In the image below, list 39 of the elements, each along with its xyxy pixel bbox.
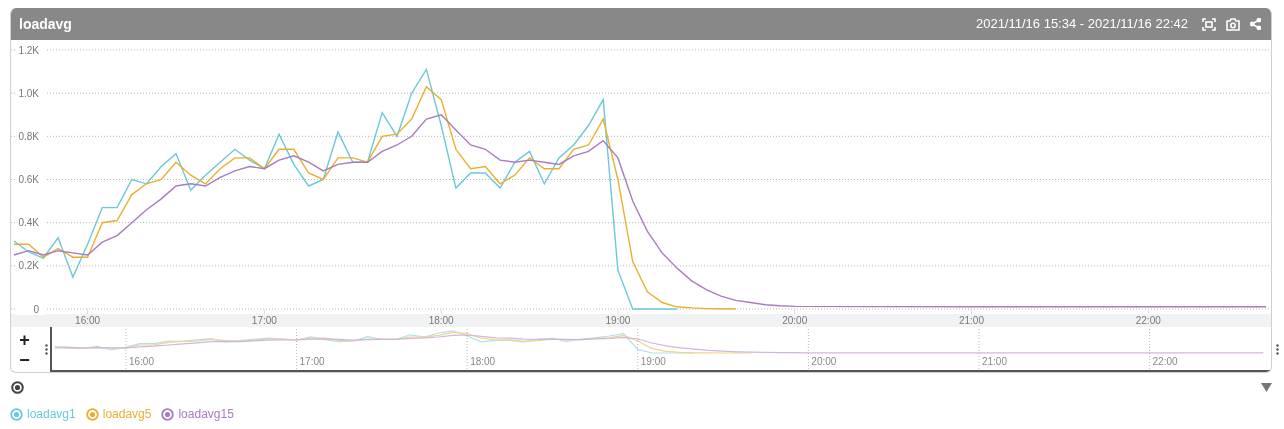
y-tick-label: 0.4K — [18, 217, 39, 229]
zoom-in-button[interactable]: + — [19, 330, 30, 349]
target-icon[interactable] — [11, 381, 24, 394]
navigator-tick-label: 21:00 — [981, 356, 1007, 367]
y-tick-label: 0 — [33, 303, 39, 315]
navigator-tick-label: 20:00 — [811, 356, 837, 367]
navigator-tick-label: 16:00 — [128, 356, 154, 367]
panel-title: loadavg — [19, 14, 72, 34]
y-tick-label: 0.2K — [18, 260, 39, 272]
share-icon[interactable] — [1250, 18, 1261, 30]
fullscreen-icon[interactable] — [1202, 17, 1216, 31]
legend-label[interactable]: loadavg1 — [27, 405, 76, 423]
navigator[interactable]: 16:00 17:00 18:00 19:00 20:00 21:00 22:00 — [50, 327, 1271, 372]
time-range: 2021/11/16 15:34 - 2021/11/16 22:42 — [975, 15, 1188, 34]
y-tick-label: 0.8K — [18, 130, 39, 142]
x-tick-label: 17:00 — [251, 315, 277, 326]
navigator-tick-label: 22:00 — [1152, 356, 1178, 367]
dropdown-icon[interactable] — [1261, 383, 1272, 392]
camera-icon[interactable] — [1226, 17, 1240, 31]
x-tick-label: 18:00 — [428, 315, 454, 326]
navigator-tick-label: 18:00 — [470, 356, 496, 367]
legend-label[interactable]: loadavg5 — [102, 405, 152, 423]
navigator-tick-label: 19:00 — [640, 356, 666, 367]
x-tick-label: 16:00 — [75, 315, 101, 326]
drag-handle-icon[interactable] — [45, 344, 48, 355]
x-tick-label: 22:00 — [1135, 315, 1161, 326]
navigator-tick-label: 17:00 — [299, 356, 325, 367]
drag-handle-icon[interactable] — [1276, 344, 1279, 355]
y-tick-label: 1.2K — [18, 44, 39, 56]
legend-label[interactable]: loadavg15 — [178, 405, 234, 423]
zoom-out-button[interactable]: − — [19, 350, 30, 369]
x-tick-label: 20:00 — [782, 315, 808, 326]
y-tick-label: 0.6K — [18, 174, 39, 185]
y-tick-label: 1.0K — [18, 87, 39, 99]
x-tick-label: 19:00 — [605, 315, 631, 326]
legend-marker-icon[interactable] — [161, 407, 175, 421]
x-tick-label: 21:00 — [958, 315, 984, 326]
legend-marker-icon[interactable] — [10, 407, 23, 421]
legend-marker-icon[interactable] — [85, 407, 99, 421]
